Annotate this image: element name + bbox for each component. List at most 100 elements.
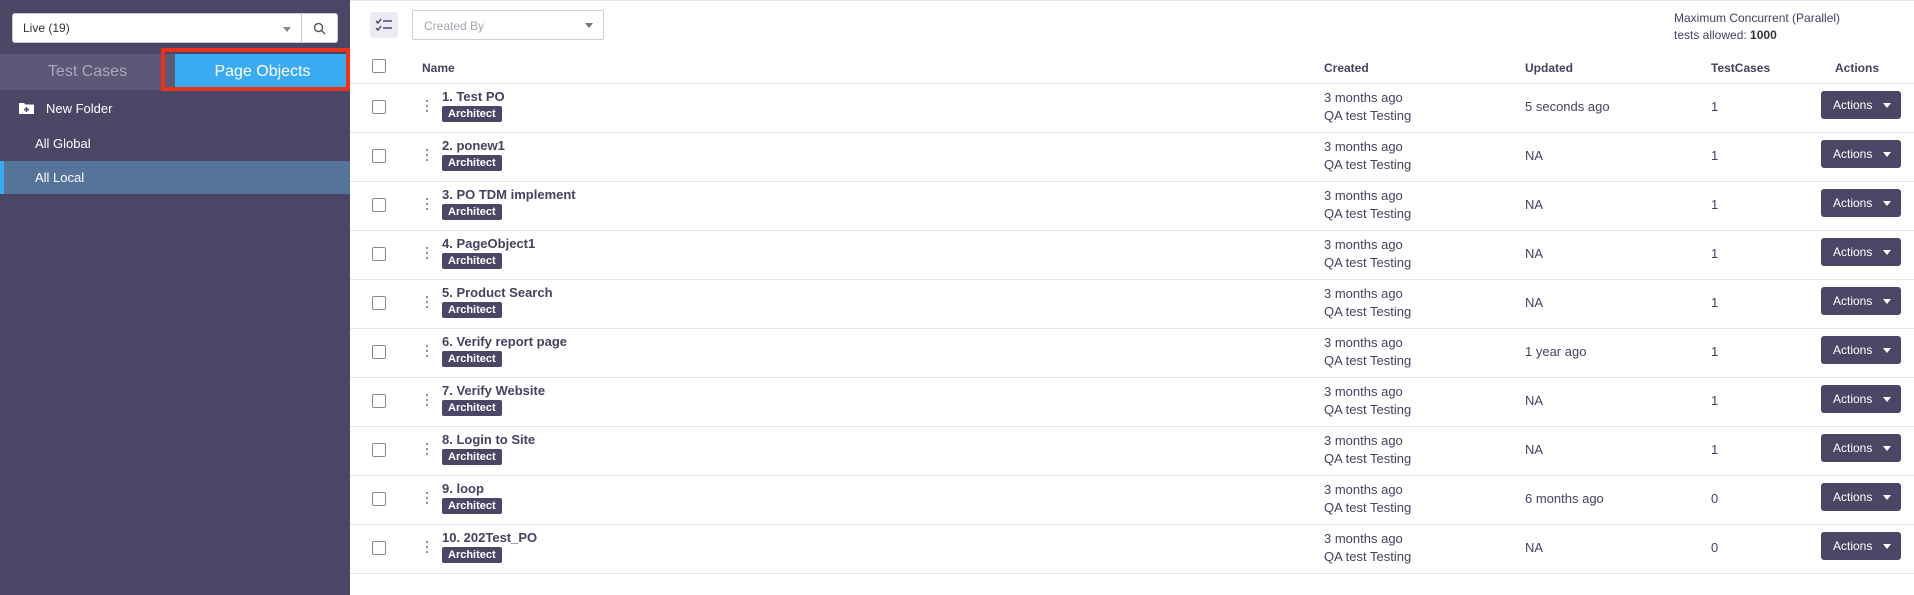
row-checkbox[interactable] [372,198,386,212]
chevron-down-icon [1883,103,1891,108]
kebab-menu-icon[interactable] [422,439,432,459]
chevron-down-icon [1883,397,1891,402]
table-body: 1. Test PO Architect 3 months ago QA test T… [350,84,1914,574]
environment-select-value: Live (19) [23,21,70,35]
actions-button[interactable]: Actions [1821,434,1901,462]
actions-button[interactable]: Actions [1821,532,1901,560]
table-row: 9. loop Architect 3 months ago QA test Test… [350,476,1914,525]
environment-select[interactable]: Live (19) [12,13,302,43]
kebab-menu-icon[interactable] [422,243,432,263]
sidebar-tabs: Test Cases Page Objects [0,54,350,90]
testcases-count: 1 [1711,442,1719,457]
actions-label: Actions [1833,147,1873,161]
row-checkbox[interactable] [372,541,386,555]
testcases-count: 1 [1711,197,1719,212]
divider [350,0,1914,1]
page-objects-table: Name Created Updated TestCases Actions 1… [350,52,1914,574]
kebab-menu-icon[interactable] [422,292,432,312]
row-checkbox[interactable] [372,345,386,359]
checklist-icon [375,18,392,32]
actions-button[interactable]: Actions [1821,483,1901,511]
actions-label: Actions [1833,392,1873,406]
kebab-menu-icon[interactable] [422,537,432,557]
updated: NA [1525,393,1544,408]
page-object-name[interactable]: 10. 202Test_PO [442,530,537,545]
testcases-count: 1 [1711,148,1719,163]
page-object-name[interactable]: 8. Login to Site [442,432,535,447]
kebab-menu-icon[interactable] [422,194,432,214]
actions-label: Actions [1833,490,1873,504]
created-ago: 3 months ago [1324,139,1403,154]
created-ago: 3 months ago [1324,188,1403,203]
header-created: Created [1324,61,1369,75]
row-checkbox[interactable] [372,296,386,310]
search-icon [313,22,326,35]
concurrency-info: Maximum Concurrent (Parallel) tests allo… [1674,10,1840,44]
page-object-name[interactable]: 7. Verify Website [442,383,545,398]
new-folder-button[interactable]: New Folder [18,98,112,118]
actions-button[interactable]: Actions [1821,336,1901,364]
created-by: QA test Testing [1324,402,1412,417]
row-checkbox[interactable] [372,247,386,261]
actions-button[interactable]: Actions [1821,238,1901,266]
actions-button[interactable]: Actions [1821,140,1901,168]
updated: NA [1525,246,1544,261]
testcases-count: 1 [1711,295,1719,310]
created-by-placeholder: Created By [424,19,485,33]
tab-test-cases[interactable]: Test Cases [0,54,175,90]
actions-button[interactable]: Actions [1821,91,1901,119]
bulk-select-button[interactable] [370,12,398,38]
page-object-name[interactable]: 3. PO TDM implement [442,187,576,202]
architect-badge: Architect [442,547,502,563]
tab-page-objects[interactable]: Page Objects [175,54,350,90]
kebab-menu-icon[interactable] [422,145,432,165]
row-checkbox[interactable] [372,492,386,506]
chevron-down-icon [1883,152,1891,157]
concurrency-line2: tests allowed: [1674,28,1747,42]
testcases-count: 0 [1711,540,1719,555]
actions-button[interactable]: Actions [1821,189,1901,217]
header-name: Name [422,61,455,75]
page-object-name[interactable]: 5. Product Search [442,285,553,300]
kebab-menu-icon[interactable] [422,488,432,508]
testcases-count: 1 [1711,246,1719,261]
page-object-name[interactable]: 6. Verify report page [442,334,567,349]
row-checkbox[interactable] [372,443,386,457]
page-object-name[interactable]: 1. Test PO [442,89,505,104]
sidebar-item-all-global[interactable]: All Global [0,127,350,160]
actions-button[interactable]: Actions [1821,287,1901,315]
row-checkbox[interactable] [372,100,386,114]
created-ago: 3 months ago [1324,433,1403,448]
select-all-checkbox[interactable] [372,59,386,73]
architect-badge: Architect [442,302,502,318]
created-by: QA test Testing [1324,255,1412,270]
page-object-name[interactable]: 2. ponew1 [442,138,505,153]
kebab-menu-icon[interactable] [422,96,432,116]
actions-button[interactable]: Actions [1821,385,1901,413]
created-by: QA test Testing [1324,108,1412,123]
table-row: 10. 202Test_PO Architect 3 months ago QA te… [350,525,1914,574]
concurrency-line1: Maximum Concurrent (Parallel) [1674,11,1841,25]
chevron-down-icon [1883,201,1891,206]
table-row: 8. Login to Site Architect 3 months ago QA … [350,427,1914,476]
chevron-down-icon [1883,250,1891,255]
created-ago: 3 months ago [1324,286,1403,301]
created-by: QA test Testing [1324,304,1412,319]
page-object-name[interactable]: 4. PageObject1 [442,236,535,251]
sidebar-item-all-local[interactable]: All Local [0,161,350,194]
chevron-down-icon [585,23,593,28]
actions-label: Actions [1833,196,1873,210]
page-object-name[interactable]: 9. loop [442,481,484,496]
table-row: 5. Product Search Architect 3 months ago QA… [350,280,1914,329]
created-ago: 3 months ago [1324,531,1403,546]
actions-label: Actions [1833,343,1873,357]
updated: NA [1525,295,1544,310]
kebab-menu-icon[interactable] [422,341,432,361]
chevron-down-icon [1883,544,1891,549]
row-checkbox[interactable] [372,394,386,408]
kebab-menu-icon[interactable] [422,390,432,410]
created-by-filter[interactable]: Created By [412,10,604,40]
row-checkbox[interactable] [372,149,386,163]
search-button[interactable] [302,13,338,43]
table-row: 6. Verify report page Architect 3 months a… [350,329,1914,378]
